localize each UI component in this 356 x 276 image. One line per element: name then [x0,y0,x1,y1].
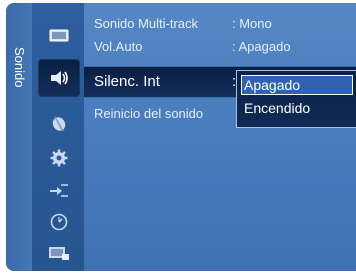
menu-item-label: Reinicio del sonido [94,106,204,121]
picture-icon[interactable] [48,25,70,47]
menu-panel: Sonido Sonido Multi-track: Mono Vol.Aut… [6,3,356,271]
clock-icon[interactable] [48,211,70,233]
menu-item-label: Sonido Multi-track [94,16,199,31]
menu-item-label: Vol.Auto [94,39,143,54]
input-icon[interactable] [48,179,70,201]
silenc-int-dropdown[interactable]: Apagado Encendido [236,70,356,128]
application-icon[interactable] [48,243,70,265]
menu-item-vol-auto[interactable]: Vol.Auto : Apagado [84,37,356,57]
sound-icon[interactable] [48,67,70,89]
channel-icon[interactable] [48,112,70,134]
menu-item-value: : Mono [232,16,272,31]
category-label: Sonido [12,47,27,88]
setup-gear-icon[interactable] [48,147,70,169]
dropdown-option-apagado[interactable]: Apagado [241,75,353,95]
menu-item-label: Silenc. Int [94,73,160,90]
icon-column [32,3,84,271]
menu-item-value: : Apagado [232,39,291,54]
dropdown-option-encendido[interactable]: Encendido [241,98,353,118]
category-strip: Sonido [6,3,32,271]
menu-list: Sonido Multi-track : Mono Vol.Auto : Apa… [84,3,356,271]
osd-screen: Sonido Sonido Multi-track: Mono Vol.Aut… [0,0,356,276]
menu-item-multitrack[interactable]: Sonido Multi-track : Mono [84,14,356,34]
